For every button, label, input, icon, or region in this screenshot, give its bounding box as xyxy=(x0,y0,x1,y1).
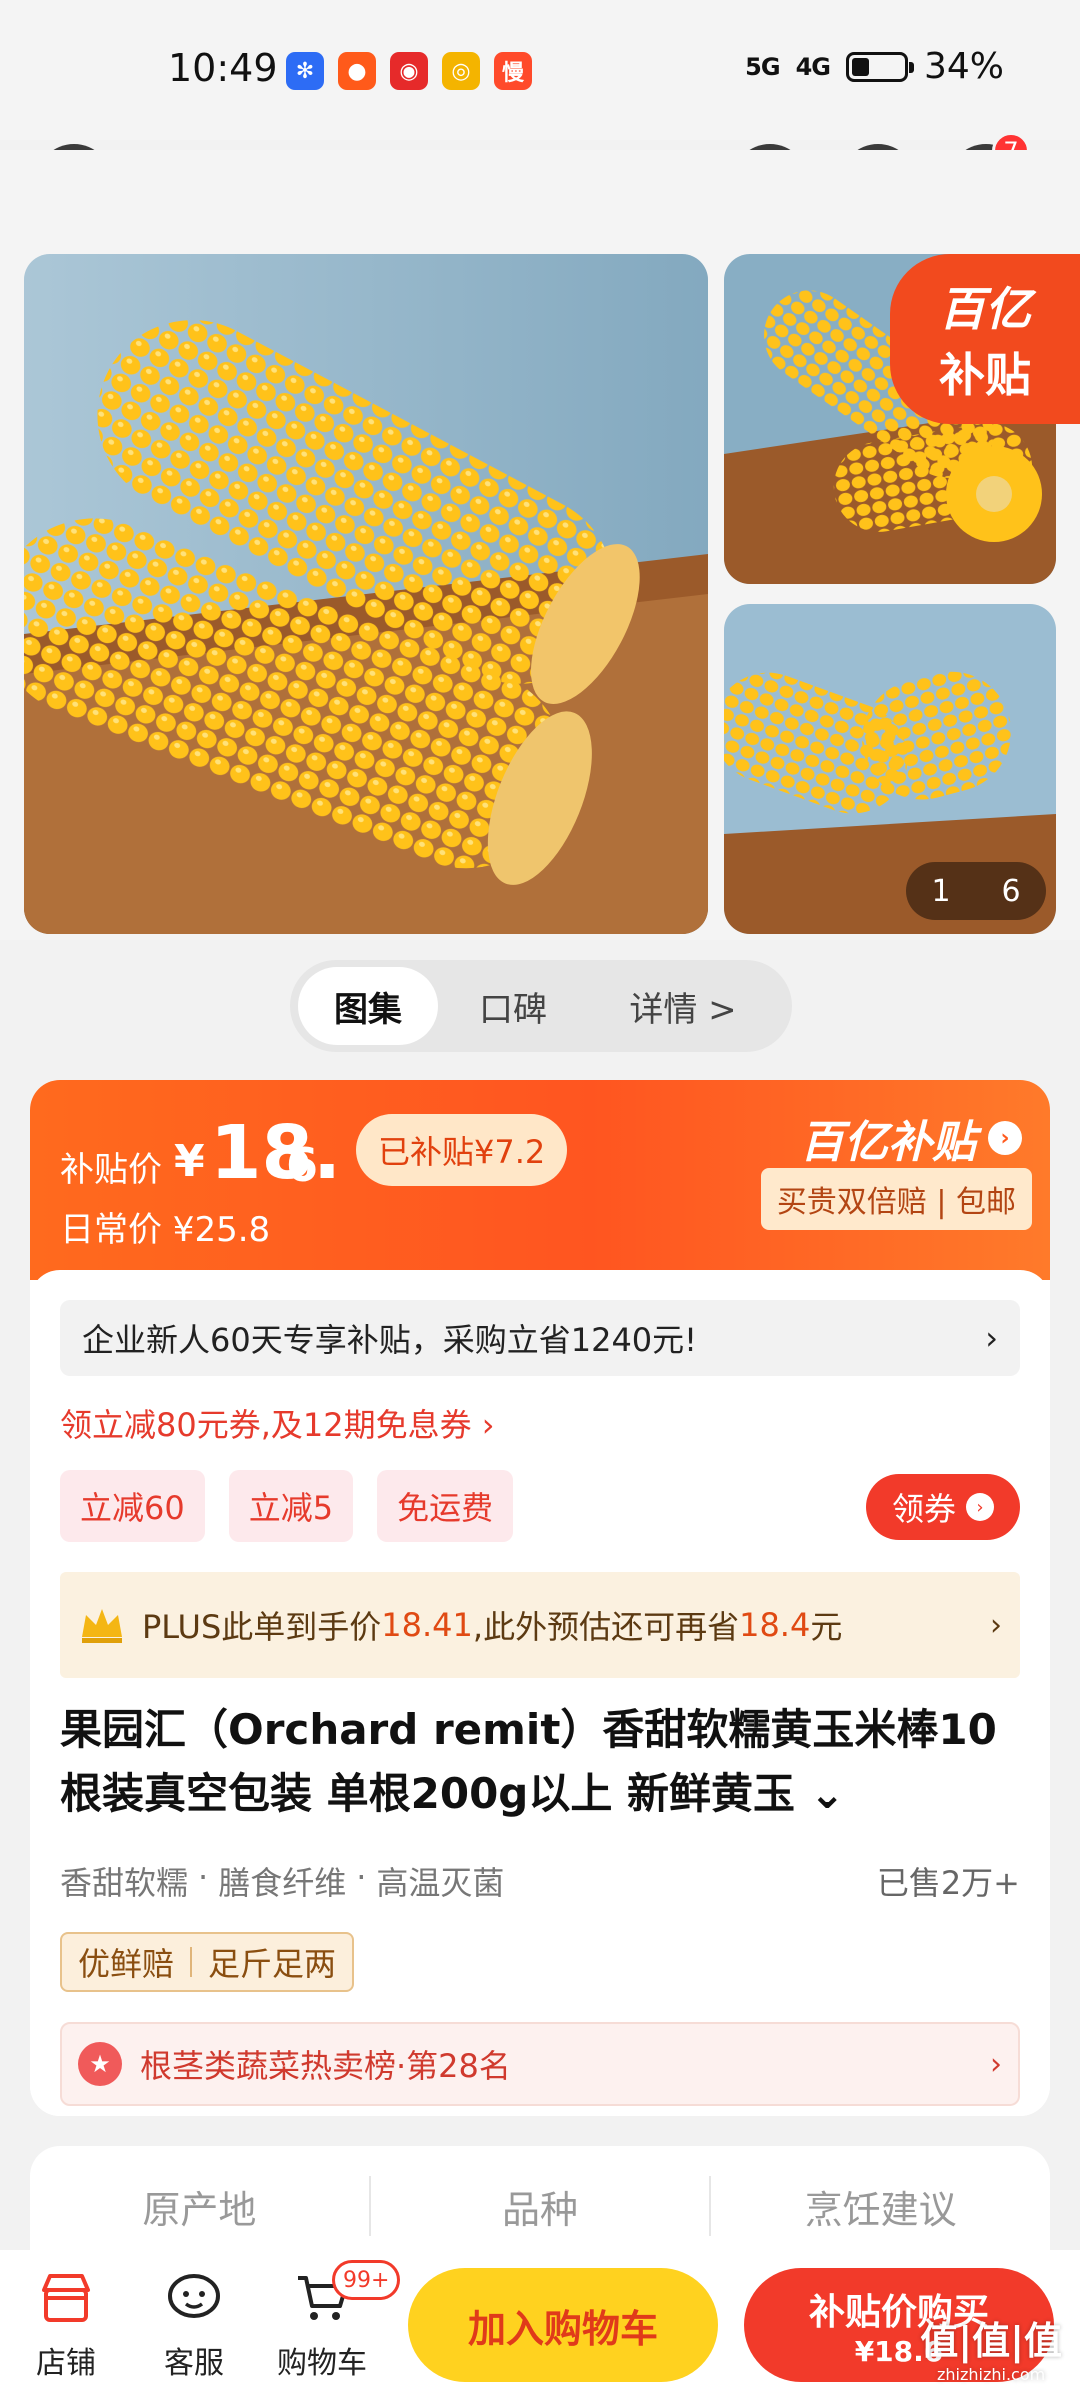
chevron-right-icon: › xyxy=(990,2046,1002,2082)
tab-gallery[interactable]: 图集 xyxy=(298,967,438,1045)
image-counter-total: 6 xyxy=(1001,873,1021,909)
price-integer: 18. xyxy=(210,1110,342,1196)
sold-count: 已售2万+ xyxy=(876,1864,1020,1902)
discount-chip[interactable]: 免运费 xyxy=(377,1470,514,1542)
status-time: 10:49 xyxy=(168,46,278,90)
weibo-icon: ◎ xyxy=(442,52,480,90)
subsidized-amount-pill: 已补贴¥7.2 xyxy=(356,1114,568,1186)
price-label: 补贴价 xyxy=(60,1150,162,1190)
chevron-right-icon: › xyxy=(990,1607,1002,1643)
product-tags: 香甜软糯 · 膳食纤维 · 高温灭菌 已售2万+ xyxy=(60,1858,1020,1902)
ranking-row[interactable]: ★ 根茎类蔬菜热卖榜·第28名 › xyxy=(60,2022,1020,2106)
price-decimal: 6 xyxy=(286,1138,319,1192)
daily-price: 日常价 ¥25.8 xyxy=(60,1210,271,1250)
chevron-right-icon: › xyxy=(966,1493,994,1521)
man-icon: 慢 xyxy=(494,52,532,90)
gallery-tabs: 图集 口碑 详情 > xyxy=(290,960,792,1052)
chevron-right-icon: › xyxy=(985,1319,998,1357)
discount-chips: 立减60 立减5 免运费 xyxy=(60,1470,514,1542)
product-gallery: 百亿 补贴 1 6 xyxy=(0,150,1080,940)
enterprise-subsidy-row[interactable]: 企业新人60天专享补贴，采购立省1240元! › xyxy=(60,1300,1020,1376)
price-header: 补贴价 ¥ 18. 6 已补贴¥7.2 日常价 ¥25.8 百亿补贴 › 买贵双… xyxy=(30,1080,1050,1280)
price-card: 补贴价 ¥ 18. 6 已补贴¥7.2 日常价 ¥25.8 百亿补贴 › 买贵双… xyxy=(30,1080,1050,2116)
battery-percent: 34% xyxy=(923,46,1004,87)
signal-4g-icon: 4G xyxy=(795,52,831,81)
spec-origin: 原产地 xyxy=(142,2187,257,2232)
taobao-icon: ● xyxy=(338,52,376,90)
promo-section: 企业新人60天专享补贴，采购立省1240元! › 领立减80元券,及12期免息券… xyxy=(30,1270,1050,2116)
add-to-cart-button[interactable]: 加入购物车 xyxy=(408,2268,718,2382)
product-title[interactable]: 果园汇（Orchard remit）香甜软糯黄玉米棒10根装真空包装 单根200… xyxy=(60,1698,1020,1826)
product-image-main[interactable] xyxy=(24,254,708,934)
jd-icon: ◉ xyxy=(390,52,428,90)
customer-service-button[interactable]: 客服 xyxy=(134,2268,254,2382)
baidu-icon: ✻ xyxy=(286,52,324,90)
coupon-link[interactable]: 领立减80元券,及12期免息券 › xyxy=(60,1400,495,1446)
product-tag: 高温灭菌 xyxy=(376,1864,505,1902)
image-counter-current: 1 xyxy=(931,873,951,909)
spec-card[interactable]: 原产地 品种 烹饪建议 xyxy=(30,2146,1050,2266)
store-icon xyxy=(42,2274,90,2322)
product-tag: 膳食纤维 xyxy=(218,1864,347,1902)
guarantee-badge[interactable]: 买贵双倍赔 | 包邮 xyxy=(760,1168,1032,1230)
battery-icon xyxy=(845,51,914,82)
product-tag: 香甜软糯 xyxy=(60,1864,189,1902)
signal-5g-icon: 5G xyxy=(745,52,780,81)
image-counter: 1 6 xyxy=(906,862,1046,920)
tab-details[interactable]: 详情 > xyxy=(588,967,778,1045)
plus-member-row[interactable]: PLUS此单到手价 18.41 ,此外预估还可再省 18.4 元 › xyxy=(60,1572,1020,1678)
subsidy-brand-link[interactable]: 百亿补贴 › xyxy=(800,1106,1022,1170)
get-coupon-button[interactable]: 领券 › xyxy=(866,1474,1020,1540)
tab-reviews[interactable]: 口碑 xyxy=(438,967,588,1045)
chat-icon xyxy=(168,2274,220,2318)
discount-chip[interactable]: 立减5 xyxy=(228,1470,354,1542)
status-bar: 10:49 ✻ ● ◉ ◎ 慢 5G 4G 34% xyxy=(0,0,1080,140)
price-currency: ¥ xyxy=(174,1136,205,1187)
medal-icon: ★ xyxy=(78,2042,122,2086)
service-guarantee-pills[interactable]: 优鲜赔 足斤足两 xyxy=(60,1932,355,1992)
bottom-action-bar: 店铺 客服 购物车 99+ 加入购物车 补贴价购买 ¥18.6 值|值|值 zh… xyxy=(0,2250,1080,2400)
spec-cooking: 烹饪建议 xyxy=(804,2187,957,2232)
store-button[interactable]: 店铺 xyxy=(6,2268,126,2382)
chevron-right-icon: › xyxy=(988,1121,1022,1155)
status-app-icons: ✻ ● ◉ ◎ 慢 xyxy=(286,52,532,90)
spec-variety: 品种 xyxy=(501,2187,578,2232)
cart-button[interactable]: 购物车 99+ xyxy=(262,2260,401,2382)
cart-count-badge: 99+ xyxy=(332,2260,401,2300)
crown-icon xyxy=(82,1609,122,1643)
watermark: 值|值|值 zhizhizhi.com xyxy=(920,2319,1062,2384)
status-indicators: 5G 4G 34% xyxy=(745,46,1004,87)
discount-chip[interactable]: 立减60 xyxy=(60,1470,205,1542)
subsidy-corner-badge: 百亿 补贴 xyxy=(890,254,1080,424)
